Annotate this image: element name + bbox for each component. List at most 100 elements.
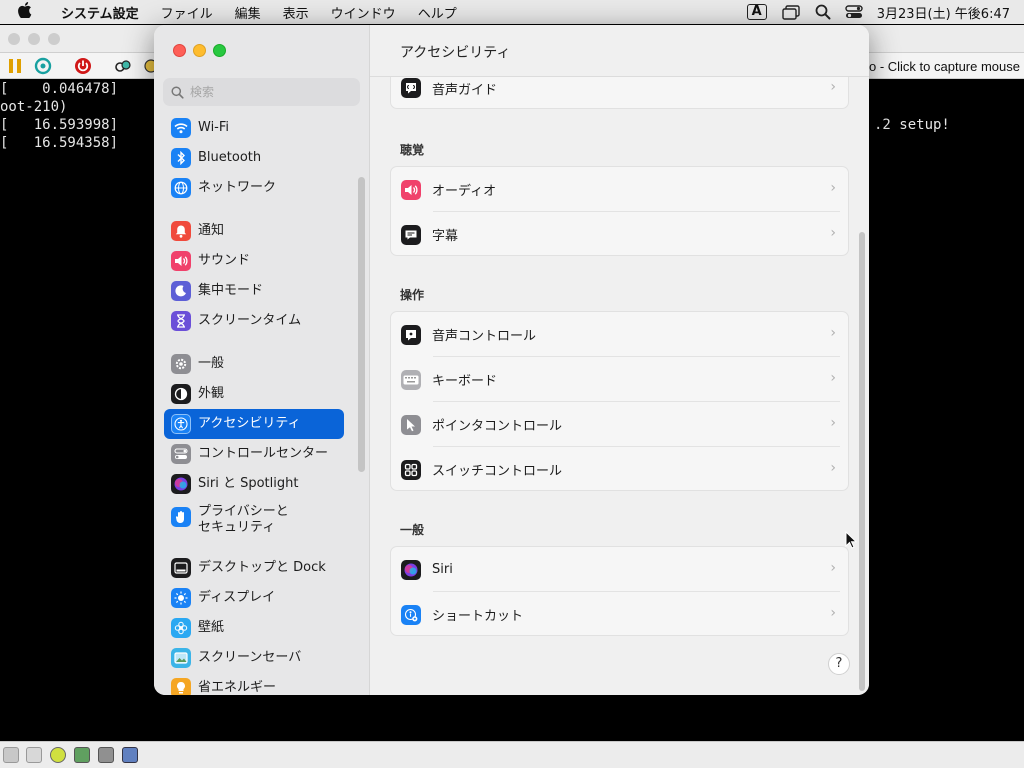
section-title-general: 一般 [400,523,425,537]
sidebar-item-label: サウンド [198,253,251,268]
menu-bar: システム設定 ファイル 編集 表示 ウインドウ ヘルプ A 3月23日(土) 午… [0,0,1024,24]
menu-app-name[interactable]: システム設定 [50,3,150,22]
accessibility-icon [171,414,191,434]
sidebar-item-screen-saver[interactable]: スクリーンセーバ [164,643,344,673]
siri-icon [401,559,421,580]
hourglass-icon [171,311,191,331]
input-source-indicator[interactable]: A [746,4,767,20]
window-stack-icon[interactable] [781,4,801,20]
sidebar-item-label: 外観 [198,386,225,401]
power-icon[interactable] [74,57,92,75]
row-label: 音声コントロール [432,329,537,344]
console-line: oot-210) [0,99,68,115]
row-pointer-control[interactable]: ポインタコントロール › [391,402,848,447]
row-label: Siri [432,562,453,577]
sidebar-item-label: Siri と Spotlight [198,476,299,491]
console-line: [ 16.594358] [0,135,119,151]
control-center-icon[interactable] [845,4,863,20]
dock-icon [171,558,191,578]
apple-menu-icon[interactable] [0,2,50,22]
vm-close-button[interactable] [8,33,20,45]
menu-help[interactable]: ヘルプ [407,3,468,22]
row-keyboard[interactable]: キーボード › [391,357,848,402]
sidebar-item-focus[interactable]: 集中モード [164,276,344,306]
mouse-cursor-icon [845,531,857,549]
chevron-right-icon: › [830,605,836,621]
sidebar-item-control-center[interactable]: コントロールセンター [164,439,344,469]
sidebar-item-desktop-dock[interactable]: デスクトップと Dock [164,553,344,583]
sidebar-item-label: スクリーンタイム [198,313,302,328]
sidebar-item-label: プライバシーと セキュリティ [198,504,289,536]
menu-file[interactable]: ファイル [150,3,224,22]
sidebar-item-label: ネットワーク [198,180,277,195]
help-button[interactable]: ? [828,653,850,675]
sidebar-item-label: Bluetooth [198,150,262,165]
sidebar-item-label: スクリーンセーバ [198,650,302,665]
shortcut-icon [401,604,421,625]
row-siri[interactable]: Siri › [391,547,848,592]
menu-edit[interactable]: 編集 [224,3,272,22]
row-label: ショートカット [432,609,524,624]
spotlight-search-icon[interactable] [815,4,831,20]
sidebar-item-sound[interactable]: サウンド [164,246,344,276]
privacy-label-line1: プライバシーと [198,504,289,519]
audio-status-icon[interactable] [122,747,138,763]
menubar-clock[interactable]: 3月23日(土) 午後6:47 [877,3,1010,22]
sidebar-item-privacy-security[interactable]: プライバシーと セキュリティ [164,500,344,540]
row-label: オーディオ [432,184,497,199]
flower-icon [171,618,191,638]
sidebar-item-label: Wi-Fi [198,120,230,135]
row-switch-control[interactable]: スイッチコントロール › [391,447,848,492]
reset-icon[interactable] [34,57,52,75]
hdd-icon[interactable] [98,747,114,763]
globe-icon [171,178,191,198]
zoom-button[interactable] [213,44,226,57]
row-voice-control[interactable]: 音声コントロール › [391,312,848,357]
devices-icon[interactable] [114,57,132,75]
speaker-icon [171,251,191,271]
sidebar-item-notifications[interactable]: 通知 [164,216,344,246]
voice-control-icon [401,324,421,345]
network-status-icon[interactable] [74,747,90,763]
motor-group: 音声コントロール › キーボード › ポインタコントロール › スイッチコントロ… [390,311,849,491]
menu-view[interactable]: 表示 [272,3,320,22]
sidebar-item-displays[interactable]: ディスプレイ [164,583,344,613]
page-title: アクセシビリティ [400,45,511,61]
sidebar-item-energy-saver[interactable]: 省エネルギー [164,673,344,695]
search-input[interactable] [190,85,350,99]
sidebar-item-network[interactable]: ネットワーク [164,173,344,203]
content-scrollbar[interactable] [859,232,865,691]
sidebar-item-accessibility[interactable]: アクセシビリティ [164,409,344,439]
sidebar-item-general[interactable]: 一般 [164,349,344,379]
sidebar-item-label: 通知 [198,223,225,238]
sidebar-item-wifi[interactable]: Wi-Fi [164,113,344,143]
content-pane: 音声ガイド › アクセシビリティ 聴覚 オーディオ › 字幕 › 操作 音声コン… [370,25,869,695]
capture-mouse-hint: o - Click to capture mouse [868,59,1020,74]
floppy-icon[interactable] [26,747,42,763]
sidebar-item-screen-time[interactable]: スクリーンタイム [164,306,344,336]
sidebar-item-bluetooth[interactable]: Bluetooth [164,143,344,173]
sidebar-item-siri-spotlight[interactable]: Siri と Spotlight [164,469,344,499]
row-shortcut[interactable]: ショートカット › [391,592,848,637]
menu-window[interactable]: ウインドウ [320,3,407,22]
search-field[interactable] [163,78,360,106]
disk-icon[interactable] [3,747,19,763]
sidebar-item-wallpaper[interactable]: 壁紙 [164,613,344,643]
close-button[interactable] [173,44,186,57]
vm-zoom-button[interactable] [48,33,60,45]
sidebar-item-label: ディスプレイ [198,590,276,605]
sidebar-item-appearance[interactable]: 外観 [164,379,344,409]
row-audio[interactable]: オーディオ › [391,167,848,212]
cd-icon[interactable] [50,747,66,763]
sidebar-item-label: デスクトップと Dock [198,560,326,575]
moon-icon [171,281,191,301]
minimize-button[interactable] [193,44,206,57]
pointer-icon [401,414,421,435]
pause-icon[interactable] [6,57,24,75]
row-captions[interactable]: 字幕 › [391,212,848,257]
sidebar-item-label: 一般 [198,356,225,371]
vm-minimize-button[interactable] [28,33,40,45]
general-group: Siri › ショートカット › [390,546,849,636]
chevron-right-icon: › [830,180,836,196]
sidebar-scrollbar[interactable] [358,177,365,472]
